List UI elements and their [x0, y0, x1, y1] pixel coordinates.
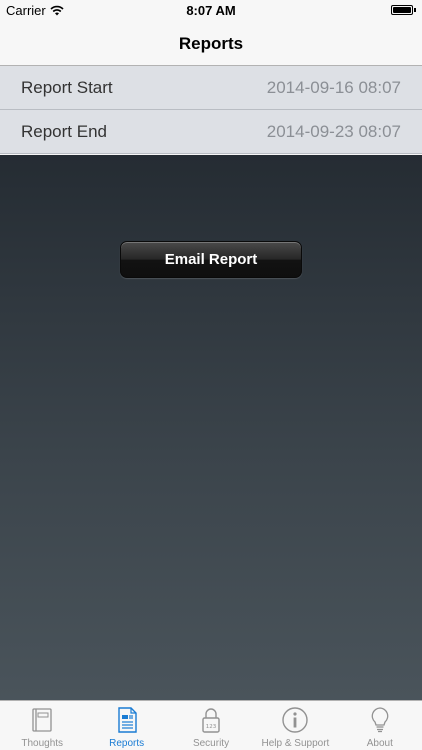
tab-about-label: About — [366, 738, 393, 749]
tab-security-label: Security — [192, 738, 230, 749]
battery-icon — [391, 5, 416, 15]
clock: 8:07 AM — [186, 3, 236, 18]
tab-thoughts[interactable]: Thoughts — [0, 701, 84, 750]
report-start-label: Report Start — [21, 77, 113, 97]
report-start-row[interactable]: Report Start 2014-09-16 08:07 — [0, 66, 422, 110]
tab-about[interactable]: About — [338, 701, 422, 750]
report-start-value: 2014-09-16 08:07 — [266, 77, 401, 97]
report-end-value: 2014-09-23 08:07 — [266, 121, 401, 141]
tab-bar: Thoughts Reports 123 Security Help & Sup… — [0, 700, 422, 750]
tab-reports-label: Reports — [109, 738, 145, 749]
tab-help-support[interactable]: Help & Support — [253, 701, 337, 750]
lock-icon: 123 — [202, 708, 220, 733]
main-content: Email Report — [0, 155, 422, 700]
tab-help-support-label: Help & Support — [261, 738, 330, 749]
report-end-row[interactable]: Report End 2014-09-23 08:07 — [0, 110, 422, 154]
status-bar: Carrier 8:07 AM — [0, 0, 422, 22]
svg-text:123: 123 — [206, 724, 217, 730]
tab-reports[interactable]: Reports — [84, 701, 168, 750]
email-report-button[interactable]: Email Report — [120, 241, 302, 278]
page-title: Reports — [178, 33, 244, 53]
notebook-icon — [32, 708, 52, 732]
report-end-label: Report End — [21, 121, 107, 141]
tab-thoughts-label: Thoughts — [21, 738, 64, 749]
navigation-bar: Reports — [0, 22, 422, 66]
lightbulb-icon — [371, 707, 389, 733]
document-icon — [117, 707, 137, 733]
tab-security[interactable]: 123 Security — [169, 701, 253, 750]
info-icon — [282, 707, 309, 733]
